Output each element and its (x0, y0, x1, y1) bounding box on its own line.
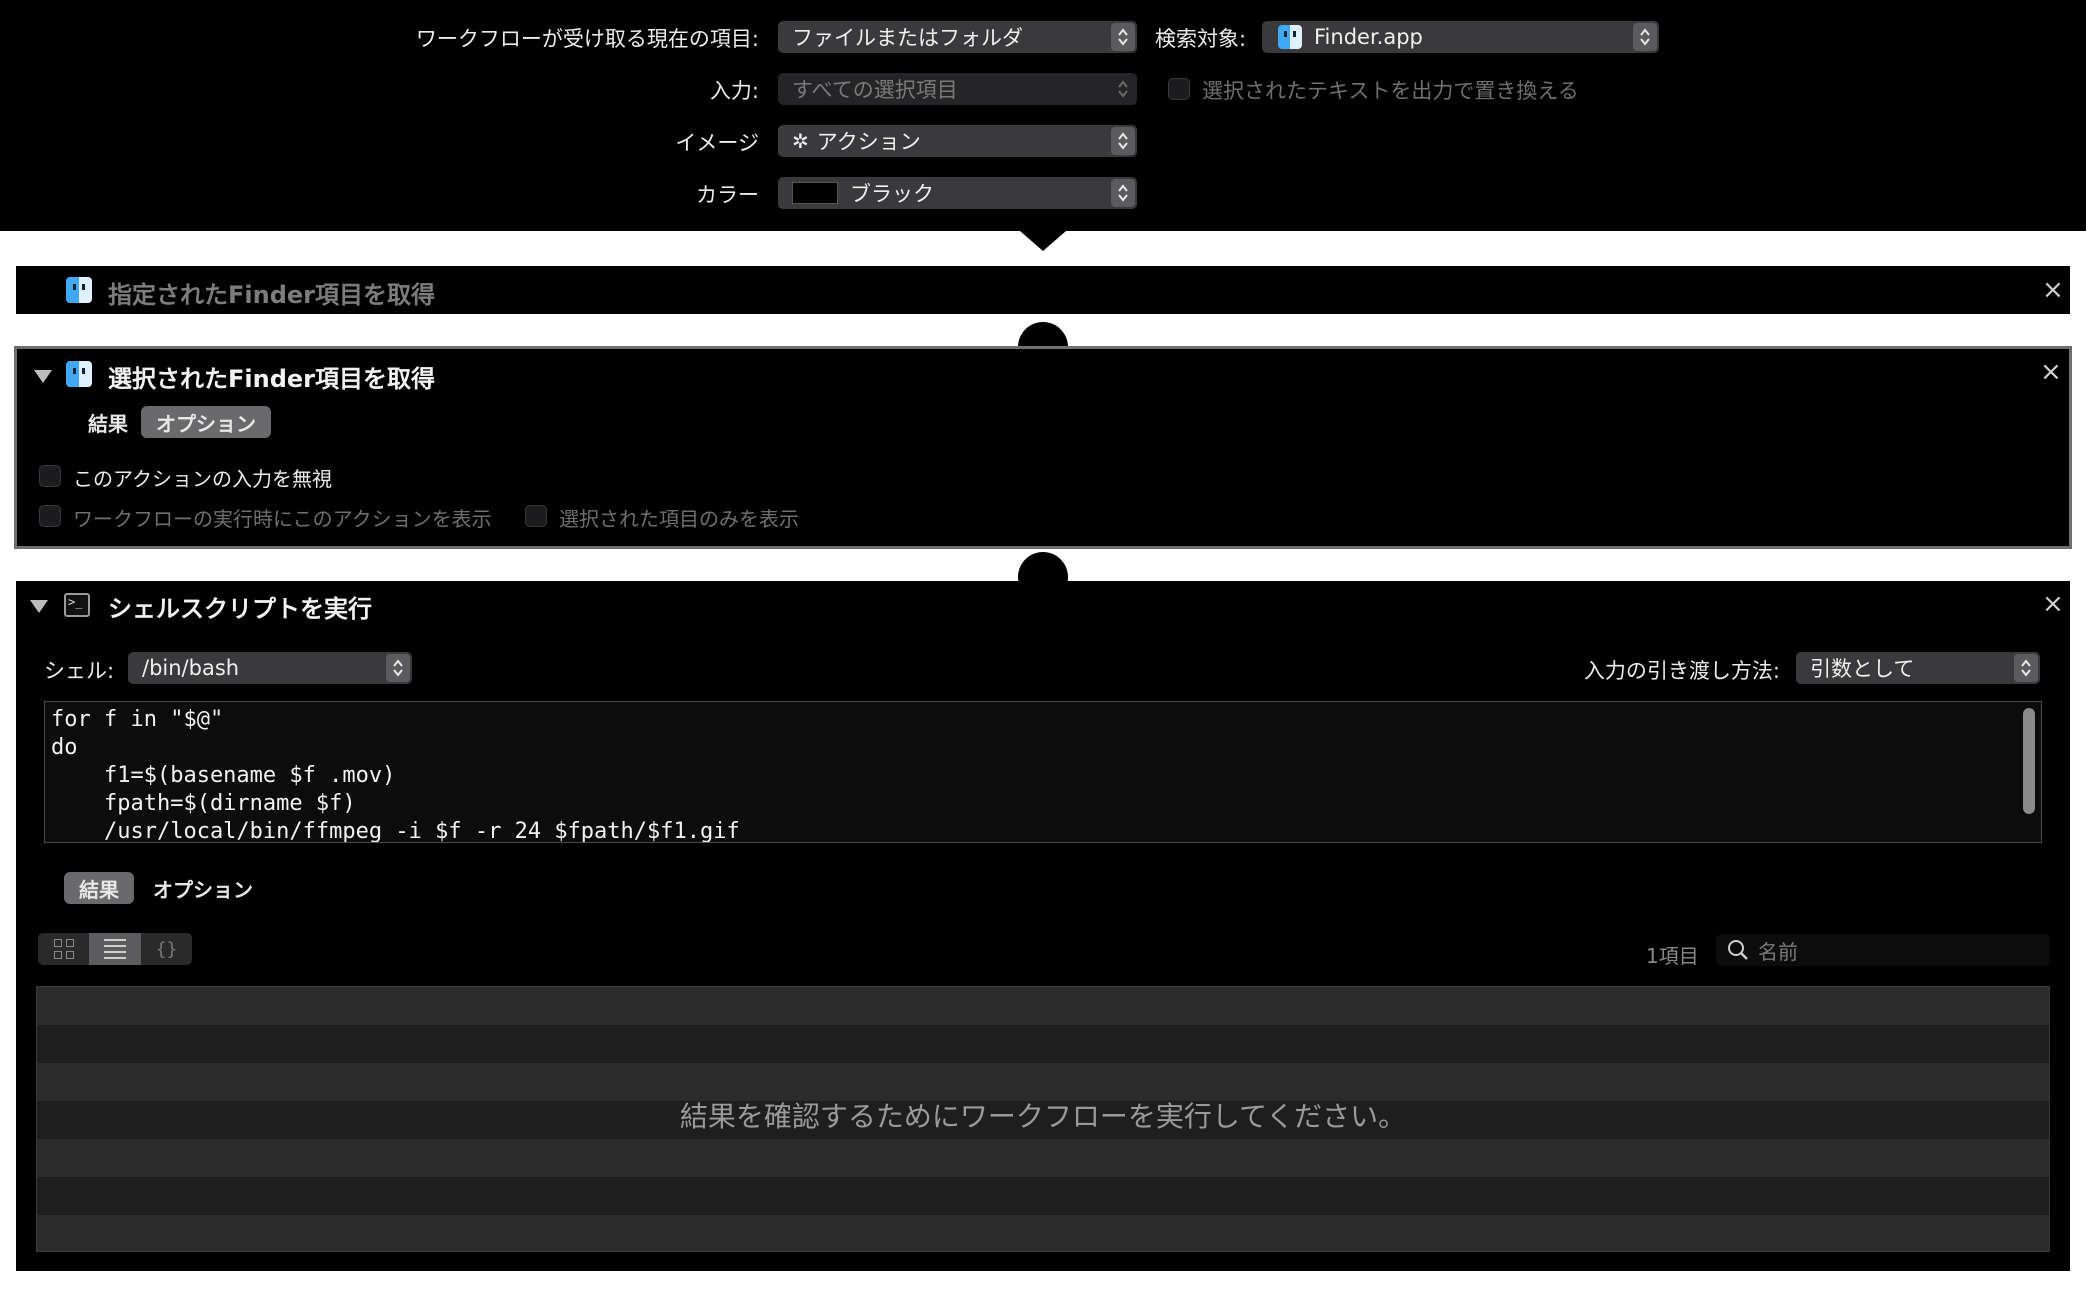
workflow-receives-popup[interactable]: ファイルまたはフォルダ (778, 21, 1137, 53)
view-mode-control: {} (38, 933, 192, 965)
pass-input-value: 引数として (1810, 657, 1915, 681)
popup-stepper-icon (1111, 75, 1135, 103)
workflow-header: ワークフローが受け取る現在の項目: ファイルまたはフォルダ 検索対象: Find… (0, 0, 2086, 231)
finder-icon (66, 277, 92, 303)
action-title: 指定されたFinder項目を取得 (108, 281, 435, 309)
search-target-label: 検索対象: (1155, 27, 1247, 51)
image-popup[interactable]: ✲ アクション (778, 125, 1137, 157)
color-label: カラー (696, 183, 759, 207)
tab-results[interactable]: 結果 (75, 406, 141, 438)
search-target-popup[interactable]: Finder.app (1262, 21, 1659, 53)
action-get-selected-finder-items: 選択されたFinder項目を取得 × 結果 オプション このアクションの入力を無… (14, 346, 2072, 549)
item-count: 1項目 (1646, 944, 1699, 968)
show-selected-only-label: 選択された項目のみを表示 (559, 507, 799, 531)
table-row (37, 1025, 2049, 1063)
search-placeholder: 名前 (1758, 939, 1798, 964)
show-when-run-checkbox[interactable] (39, 505, 61, 527)
action-title: シェルスクリプトを実行 (108, 595, 372, 623)
terminal-icon: >_ (64, 593, 90, 617)
workflow-receives-label: ワークフローが受け取る現在の項目: (415, 27, 759, 51)
finder-icon (66, 361, 92, 387)
popup-stepper-icon (386, 654, 410, 682)
script-editor[interactable]: for f in "$@" do f1=$(basename $f .mov) … (44, 701, 2042, 843)
popup-stepper-icon (1111, 179, 1135, 207)
grid-icon (53, 939, 74, 959)
table-row (37, 987, 2049, 1025)
results-table: 結果を確認するためにワークフローを実行してください。 (36, 986, 2050, 1252)
header-pointer (1020, 231, 1066, 251)
table-row (37, 1139, 2049, 1177)
workflow-receives-value: ファイルまたはフォルダ (792, 26, 1023, 50)
show-selected-only-checkbox[interactable] (525, 505, 547, 527)
tab-options[interactable]: オプション (141, 406, 271, 438)
replace-text-label: 選択されたテキストを出力で置き換える (1202, 79, 1579, 103)
close-icon[interactable]: × (2040, 359, 2062, 385)
color-swatch (792, 182, 838, 204)
popup-stepper-icon (1111, 127, 1135, 155)
replace-text-checkbox[interactable] (1168, 78, 1190, 100)
close-icon[interactable]: × (2042, 591, 2064, 617)
popup-stepper-icon (1111, 23, 1135, 51)
ignore-input-label: このアクションの入力を無視 (73, 467, 332, 491)
search-field[interactable]: 名前 (1716, 934, 2050, 966)
show-when-run-label: ワークフローの実行時にこのアクションを表示 (73, 507, 492, 531)
table-row (37, 1177, 2049, 1215)
shell-value: /bin/bash (142, 656, 240, 680)
icon-view-button[interactable] (38, 933, 89, 965)
close-icon[interactable]: × (2042, 277, 2064, 303)
popup-stepper-icon (1633, 23, 1657, 51)
image-value: アクション (816, 130, 921, 154)
tab-results[interactable]: 結果 (64, 872, 134, 904)
popup-stepper-icon (2014, 654, 2038, 682)
gear-icon: ✲ (792, 129, 809, 153)
pass-input-label: 入力の引き渡し方法: (1583, 659, 1780, 683)
list-icon (104, 939, 126, 959)
disclosure-triangle-icon[interactable] (30, 600, 48, 613)
image-label: イメージ (675, 131, 759, 155)
finder-icon (1278, 25, 1302, 49)
action-get-specified-finder-items[interactable]: 指定されたFinder項目を取得 × (16, 266, 2070, 314)
list-view-button[interactable] (89, 933, 141, 965)
script-scrollbar[interactable] (2023, 708, 2035, 814)
input-value: すべての選択項目 (792, 78, 958, 102)
input-label: 入力: (709, 79, 759, 103)
ignore-input-checkbox[interactable] (39, 465, 61, 487)
search-target-value: Finder.app (1314, 25, 1423, 49)
json-view-button[interactable]: {} (141, 933, 192, 965)
color-value: ブラック (850, 182, 934, 206)
pass-input-popup[interactable]: 引数として (1796, 652, 2040, 684)
disclosure-triangle-icon[interactable] (34, 370, 52, 383)
tab-options[interactable]: オプション (138, 872, 268, 904)
shell-label: シェル: (44, 659, 115, 683)
color-popup[interactable]: ブラック (778, 177, 1137, 209)
empty-results-message: 結果を確認するためにワークフローを実行してください。 (679, 1100, 1407, 1133)
shell-popup[interactable]: /bin/bash (128, 652, 412, 684)
search-icon (1726, 938, 1750, 962)
input-popup[interactable]: すべての選択項目 (778, 73, 1137, 105)
table-row (37, 1215, 2049, 1251)
action-title: 選択されたFinder項目を取得 (108, 365, 435, 393)
